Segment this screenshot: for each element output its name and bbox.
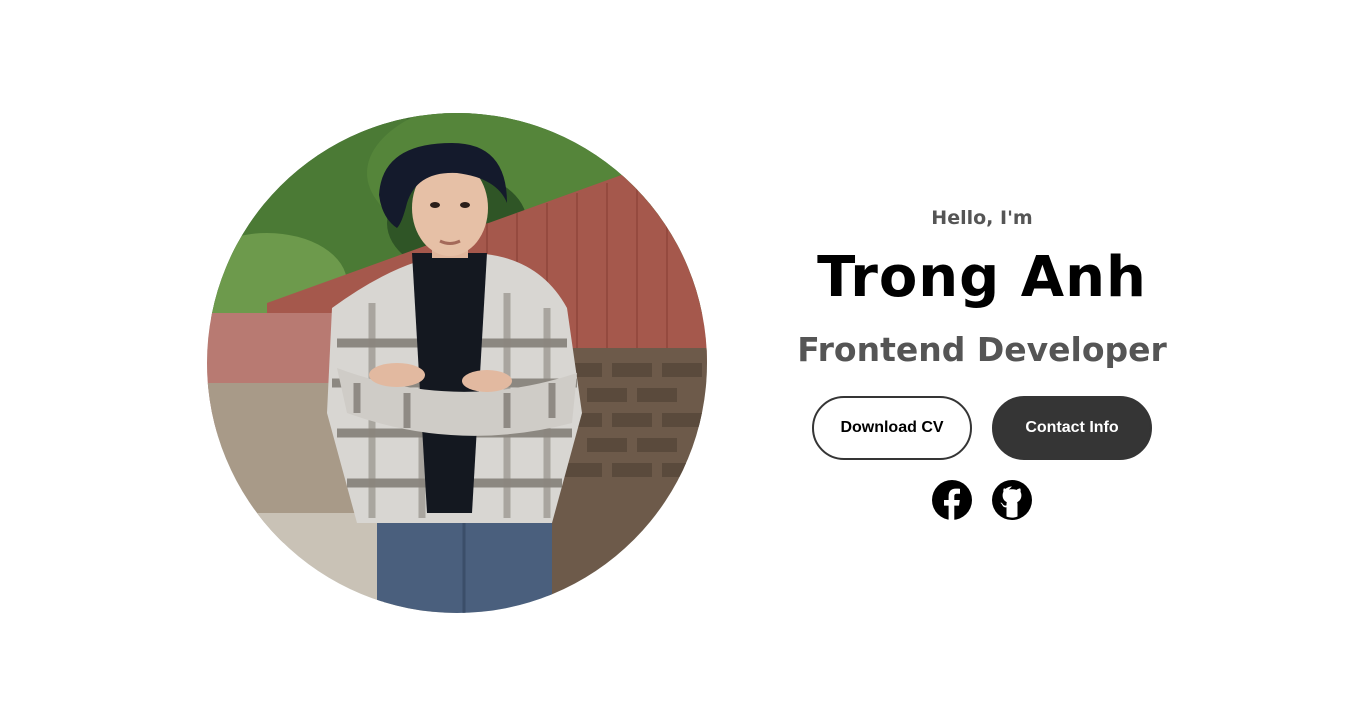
social-links [782, 480, 1182, 520]
role-subtitle: Frontend Developer [797, 330, 1167, 369]
profile-page: Hello, I'm Trong Anh Frontend Developer … [0, 0, 1372, 728]
download-cv-button[interactable]: Download CV [812, 396, 972, 460]
profile-picture [207, 113, 707, 613]
contact-info-button[interactable]: Contact Info [992, 396, 1152, 460]
github-icon[interactable] [992, 480, 1032, 520]
name-title: Trong Anh [817, 245, 1147, 310]
facebook-icon[interactable] [932, 480, 972, 520]
greeting-text: Hello, I'm [931, 207, 1033, 229]
